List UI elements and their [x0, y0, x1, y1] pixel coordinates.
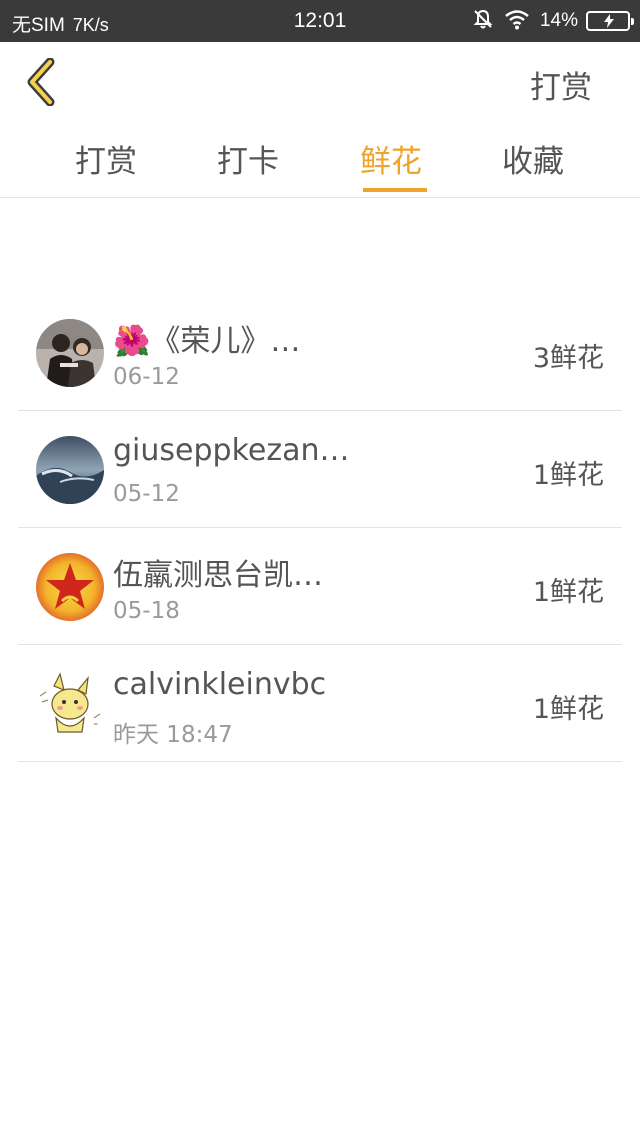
flower-count: 1鲜花	[532, 577, 604, 608]
tab-label: 收藏	[502, 144, 564, 180]
tab-indicator	[363, 188, 427, 192]
avatar	[36, 319, 104, 387]
avatar	[36, 436, 104, 504]
flower-count: 1鲜花	[532, 694, 604, 725]
flower-list: 🌺《荣儿》… 06-12 3鲜花 giuseppkezan… 05-12 1鲜花…	[18, 294, 622, 762]
tab-favorites[interactable]: 收藏	[473, 136, 593, 181]
list-item[interactable]: calvinkleinvbc 昨天 18:47 1鲜花	[18, 645, 622, 762]
item-date: 05-12	[113, 481, 180, 507]
avatar	[36, 553, 104, 621]
battery-icon	[586, 11, 634, 31]
item-date: 05-18	[113, 598, 180, 624]
flower-count: 3鲜花	[532, 343, 604, 374]
tab-label: 打卡	[217, 144, 279, 180]
mute-bell-icon	[472, 8, 494, 35]
list-item[interactable]: giuseppkezan… 05-12 1鲜花	[18, 411, 622, 528]
avatar	[36, 670, 104, 738]
item-date: 06-12	[113, 364, 180, 390]
chevron-left-icon	[27, 57, 55, 107]
item-name: giuseppkezan…	[113, 433, 350, 468]
tab-bar: 打赏 打卡 鲜花 收藏	[0, 122, 640, 198]
list-item[interactable]: 伍羸测思台凯… 05-18 1鲜花	[18, 528, 622, 645]
tab-label: 鲜花	[360, 144, 422, 180]
tab-flowers[interactable]: 鲜花	[331, 136, 451, 192]
reward-button[interactable]: 打赏	[530, 62, 592, 107]
wifi-icon	[504, 8, 530, 35]
item-date: 昨天 18:47	[113, 722, 233, 748]
tab-reward[interactable]: 打赏	[46, 136, 166, 181]
item-name: 伍羸测思台凯…	[113, 558, 323, 593]
status-right: 14%	[472, 8, 634, 35]
tab-label: 打赏	[75, 144, 137, 180]
battery-percent: 14%	[539, 10, 578, 31]
flower-count: 1鲜花	[532, 460, 604, 491]
tab-checkin[interactable]: 打卡	[188, 136, 308, 181]
item-name: 🌺《荣儿》…	[113, 324, 301, 359]
back-button[interactable]	[22, 57, 62, 107]
list-item[interactable]: 🌺《荣儿》… 06-12 3鲜花	[18, 294, 622, 411]
item-name: calvinkleinvbc	[113, 667, 327, 702]
status-bar: 无SIM 7K/s 12:01 14%	[0, 0, 640, 42]
nav-bar: 打赏	[0, 42, 640, 122]
